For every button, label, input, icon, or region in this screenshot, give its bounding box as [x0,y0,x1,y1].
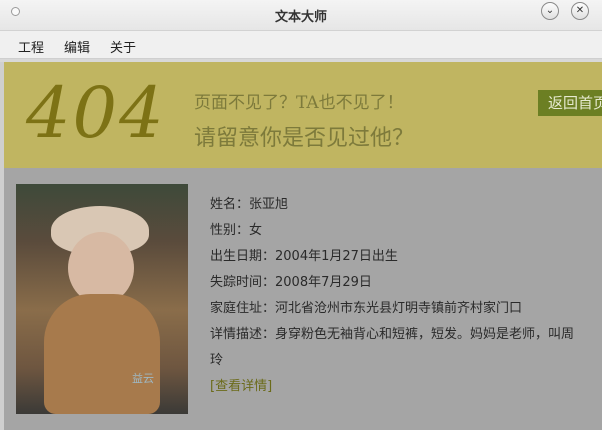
info-detail: 详情描述：身穿粉色无袖背心和短裤，短发。妈妈是老师，叫周 [210,327,575,342]
view-details-link[interactable]: [查看详情] [210,374,574,400]
photo-watermark: 益云 [132,372,154,385]
info-gender: 性别：女 [210,223,263,238]
window-titlebar: 文本大师 ⌄ ✕ [0,0,602,31]
close-button[interactable]: ✕ [571,2,589,20]
menu-project[interactable]: 工程 [18,37,44,56]
menu-bar: 工程 编辑 关于 [0,31,602,59]
error-banner: 404 页面不见了？TA也不见了！ 请留意你是否见过他？ 返回首页 [4,62,602,168]
banner-subtitle: 页面不见了？TA也不见了！ [194,93,404,113]
menu-about[interactable]: 关于 [110,37,136,56]
info-detail-continued: 玲 [210,353,224,368]
missing-child-photo[interactable]: 益云 [16,184,188,414]
info-name: 姓名：张亚旭 [210,197,289,212]
banner-headline: 请留意你是否见过他？ [194,126,415,151]
info-birth: 出生日期：2004年1月27日出生 [210,249,398,264]
minimize-button[interactable]: ⌄ [541,2,559,20]
info-address: 家庭住址：河北省沧州市东光县灯明寺镇前齐村家门口 [210,301,523,316]
menu-edit[interactable]: 编辑 [64,37,90,56]
person-info: 姓名：张亚旭 性别：女 出生日期：2004年1月27日出生 失踪时间：2008年… [210,192,574,400]
error-code: 404 [26,72,166,154]
web-content: 404 页面不见了？TA也不见了！ 请留意你是否见过他？ 返回首页 益云 姓名：… [0,62,602,430]
photo-dress-shape [44,294,160,414]
window-title: 文本大师 [274,10,327,25]
info-missing-time: 失踪时间：2008年7月29日 [210,275,372,290]
back-home-button[interactable]: 返回首页 [538,90,602,116]
